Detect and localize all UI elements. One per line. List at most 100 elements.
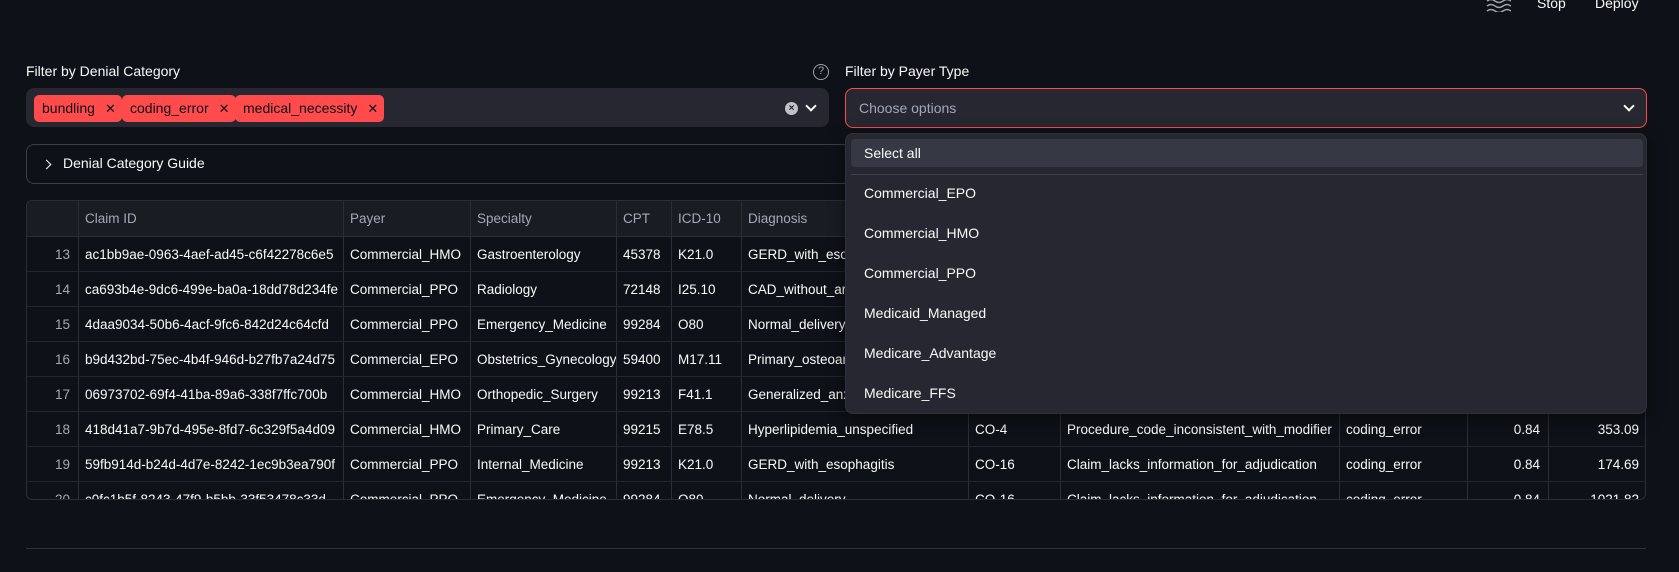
cell-amount[interactable]: 174.69 <box>1548 447 1645 482</box>
row-number[interactable]: 16 <box>27 342 78 377</box>
tag-label: medical_necessity <box>243 100 358 116</box>
column-header-cpt[interactable]: CPT <box>616 201 672 236</box>
cell-cpt[interactable]: 99215 <box>616 412 671 447</box>
cell-cpt[interactable]: 72148 <box>616 272 671 307</box>
column-header-icd10[interactable]: ICD-10 <box>671 201 741 236</box>
cell-category[interactable]: coding_error <box>1339 447 1467 482</box>
cell-payer[interactable]: Commercial_PPO <box>343 447 470 482</box>
cell-payer[interactable]: Commercial_HMO <box>343 237 470 272</box>
cell-specialty[interactable]: Emergency_Medicine <box>470 307 616 342</box>
cell-payer[interactable]: Commercial_HMO <box>343 377 470 412</box>
option-select-all[interactable]: Select all <box>851 139 1643 167</box>
cell-specialty[interactable]: Primary_Care <box>470 412 616 447</box>
denial-filter-label: Filter by Denial Category <box>26 63 181 79</box>
row-number[interactable]: 14 <box>27 272 78 307</box>
cell-cpt[interactable]: 59400 <box>616 342 671 377</box>
cell-score[interactable]: 0.84 <box>1467 412 1548 447</box>
option-medicare-ffs[interactable]: Medicare_FFS <box>851 379 1643 407</box>
cell-specialty[interactable]: Radiology <box>470 272 616 307</box>
remove-tag-icon[interactable]: ✕ <box>367 95 378 122</box>
cell-amount[interactable]: 353.09 <box>1548 412 1645 447</box>
cell-cpt[interactable]: 99284 <box>616 482 671 499</box>
remove-tag-icon[interactable]: ✕ <box>219 95 230 122</box>
clear-x-circle-icon[interactable]: × <box>785 102 798 115</box>
cell-specialty[interactable]: Obstetrics_Gynecology <box>470 342 616 377</box>
cell-cpt[interactable]: 99213 <box>616 377 671 412</box>
tag-medical-necessity[interactable]: medical_necessity ✕ <box>235 95 385 122</box>
cell-score[interactable]: 0.84 <box>1467 482 1548 499</box>
tag-coding-error[interactable]: coding_error ✕ <box>122 95 236 122</box>
cell-reason[interactable]: Claim_lacks_information_for_adjudication <box>1060 447 1339 482</box>
cell-score[interactable]: 0.84 <box>1467 447 1548 482</box>
chevron-down-icon[interactable] <box>1623 100 1635 112</box>
cell-diagnosis[interactable]: Hyperlipidemia_unspecified <box>741 412 968 447</box>
row-number[interactable]: 18 <box>27 412 78 447</box>
cell-reason[interactable]: Claim_lacks_information_for_adjudication <box>1060 482 1339 499</box>
cell-claim-id[interactable]: c0fc1b5f-8243-47f9-b5bb-33f53478c33d <box>78 482 343 499</box>
cell-diagnosis[interactable]: Normal_delivery <box>741 482 968 499</box>
cell-payer[interactable]: Commercial_PPO <box>343 307 470 342</box>
cell-cpt[interactable]: 99213 <box>616 447 671 482</box>
cell-icd10[interactable]: K21.0 <box>671 447 741 482</box>
cell-carc[interactable]: CO-16 <box>968 482 1060 499</box>
cell-icd10[interactable]: F41.1 <box>671 377 741 412</box>
chevron-right-icon <box>41 159 52 170</box>
deploy-button[interactable]: Deploy <box>1595 0 1639 11</box>
remove-tag-icon[interactable]: ✕ <box>105 95 116 122</box>
row-number[interactable]: 19 <box>27 447 78 482</box>
cell-icd10[interactable]: I25.10 <box>671 272 741 307</box>
cell-specialty[interactable]: Orthopedic_Surgery <box>470 377 616 412</box>
column-header-payer[interactable]: Payer <box>343 201 463 236</box>
tag-label: coding_error <box>130 100 209 116</box>
option-commercial-ppo[interactable]: Commercial_PPO <box>851 259 1643 287</box>
column-header-claim-id[interactable]: Claim ID <box>78 201 343 236</box>
tag-bundling[interactable]: bundling ✕ <box>34 95 122 122</box>
payer-options-dropdown: Select all Commercial_EPO Commercial_HMO… <box>845 133 1647 414</box>
cell-specialty[interactable]: Emergency_Medicine <box>470 482 616 499</box>
row-number[interactable]: 17 <box>27 377 78 412</box>
option-medicare-advantage[interactable]: Medicare_Advantage <box>851 339 1643 367</box>
cell-specialty[interactable]: Internal_Medicine <box>470 447 616 482</box>
cell-claim-id[interactable]: ca693b4e-9dc6-499e-ba0a-18dd78d234fe <box>78 272 343 307</box>
cell-payer[interactable]: Commercial_PPO <box>343 482 470 499</box>
cell-icd10[interactable]: K21.0 <box>671 237 741 272</box>
tag-label: bundling <box>42 100 95 116</box>
row-number[interactable]: 20 <box>27 482 78 499</box>
cell-claim-id[interactable]: 418d41a7-9b7d-495e-8fd7-6c329f5a4d09 <box>78 412 343 447</box>
column-header-specialty[interactable]: Specialty <box>470 201 615 236</box>
cell-carc[interactable]: CO-4 <box>968 412 1060 447</box>
option-medicaid-managed[interactable]: Medicaid_Managed <box>851 299 1643 327</box>
cell-icd10[interactable]: O80 <box>671 482 741 499</box>
cell-cpt[interactable]: 45378 <box>616 237 671 272</box>
row-number[interactable]: 15 <box>27 307 78 342</box>
option-commercial-epo[interactable]: Commercial_EPO <box>851 179 1643 207</box>
cell-claim-id[interactable]: ac1bb9ae-0963-4aef-ad45-c6f42278c6e5 <box>78 237 343 272</box>
cell-icd10[interactable]: M17.11 <box>671 342 741 377</box>
cell-amount[interactable]: 1021.82 <box>1548 482 1645 499</box>
cell-payer[interactable]: Commercial_HMO <box>343 412 470 447</box>
stop-button[interactable]: Stop <box>1537 0 1566 11</box>
cell-payer[interactable]: Commercial_PPO <box>343 272 470 307</box>
cell-icd10[interactable]: O80 <box>671 307 741 342</box>
cell-claim-id[interactable]: 4daa9034-50b6-4acf-9fc6-842d24c64cfd <box>78 307 343 342</box>
cell-carc[interactable]: CO-16 <box>968 447 1060 482</box>
row-number[interactable]: 13 <box>27 237 78 272</box>
payer-type-multiselect[interactable]: Choose options <box>845 88 1647 128</box>
cell-category[interactable]: coding_error <box>1339 482 1467 499</box>
cell-claim-id[interactable]: 59fb914d-b24d-4d7e-8242-1ec9b3ea790f <box>78 447 343 482</box>
cell-category[interactable]: coding_error <box>1339 412 1467 447</box>
question-circle-icon[interactable]: ? <box>813 64 829 80</box>
cell-cpt[interactable]: 99284 <box>616 307 671 342</box>
denial-category-multiselect[interactable]: bundling ✕ coding_error ✕ medical_necessit… <box>26 88 829 127</box>
cell-specialty[interactable]: Gastroenterology <box>470 237 616 272</box>
chevron-down-icon[interactable] <box>805 100 817 112</box>
cell-diagnosis[interactable]: GERD_with_esophagitis <box>741 447 968 482</box>
cell-claim-id[interactable]: b9d432bd-75ec-4b4f-946d-b27fb7a24d75 <box>78 342 343 377</box>
cell-reason[interactable]: Procedure_code_inconsistent_with_modifie… <box>1060 412 1339 447</box>
cell-claim-id[interactable]: 06973702-69f4-41ba-89a6-338f7ffc700b <box>78 377 343 412</box>
options-divider <box>851 174 1643 175</box>
cell-icd10[interactable]: E78.5 <box>671 412 741 447</box>
cell-payer[interactable]: Commercial_EPO <box>343 342 470 377</box>
option-commercial-hmo[interactable]: Commercial_HMO <box>851 219 1643 247</box>
divider <box>26 548 1646 549</box>
